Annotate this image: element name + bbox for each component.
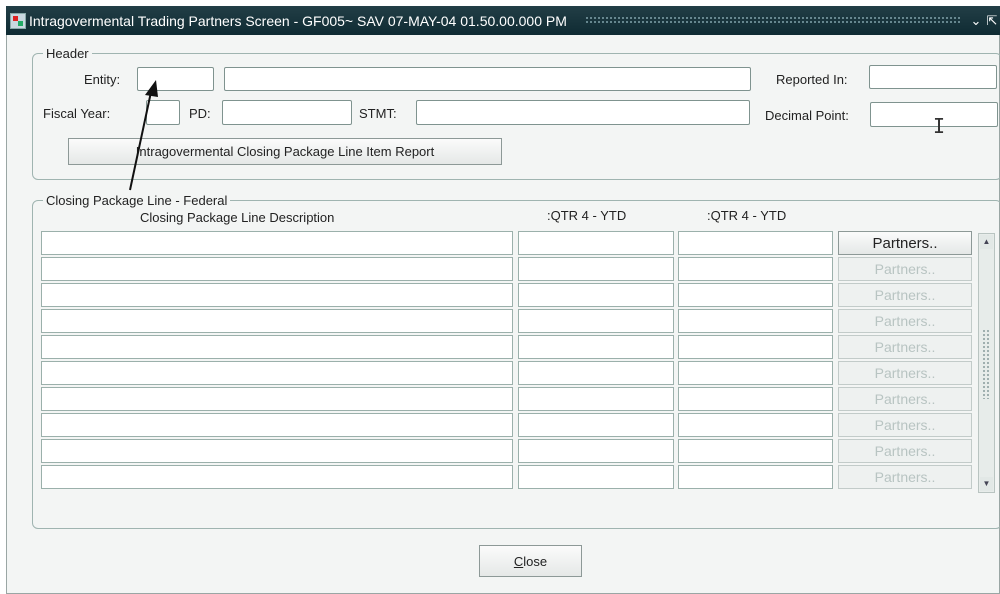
annotation-arrow-icon: [129, 80, 158, 191]
text-cursor-icon: I: [933, 114, 946, 138]
